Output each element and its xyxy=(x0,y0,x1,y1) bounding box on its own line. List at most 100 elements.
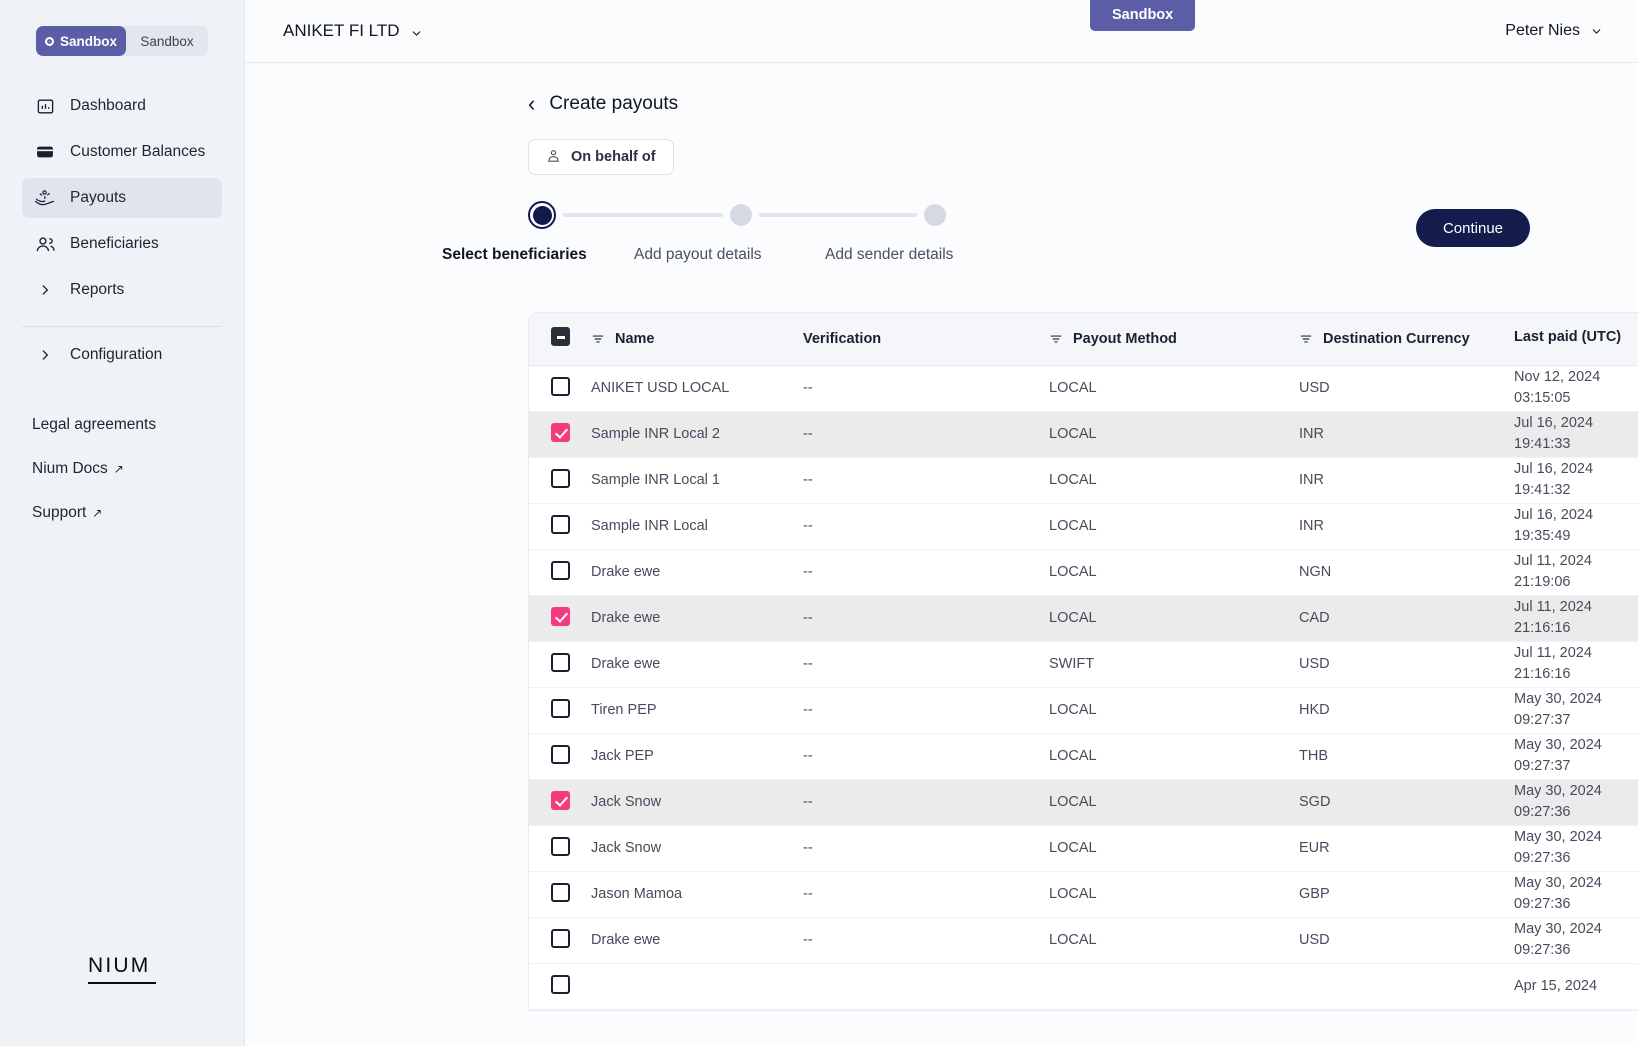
table-row[interactable]: Drake ewe--SWIFTUSDJul 11, 202421:16:16 xyxy=(529,641,1638,687)
row-checkbox[interactable] xyxy=(551,745,570,764)
table-row[interactable]: Drake ewe--LOCALCADJul 11, 202421:16:16 xyxy=(529,595,1638,641)
sidebar-item-customer-balances[interactable]: Customer Balances xyxy=(22,132,222,172)
row-checkbox[interactable] xyxy=(551,837,570,856)
step-dot-1[interactable] xyxy=(528,201,556,229)
stepper-dots xyxy=(528,201,1005,229)
row-checkbox[interactable] xyxy=(551,607,570,626)
user-name: Peter Nies xyxy=(1505,22,1580,40)
th-verification[interactable]: Verification xyxy=(803,313,1049,365)
sidebar-divider xyxy=(22,326,222,327)
row-last-paid: Jul 16, 202419:35:49 xyxy=(1514,503,1638,549)
filter-icon[interactable] xyxy=(591,332,605,346)
sidebar-item-configuration[interactable]: Configuration xyxy=(22,335,222,375)
row-last-paid-date: Jul 11, 2024 xyxy=(1514,551,1638,572)
th-last-paid[interactable]: Last paid (UTC) xyxy=(1514,313,1638,365)
filter-icon[interactable] xyxy=(1049,332,1063,346)
row-checkbox[interactable] xyxy=(551,423,570,442)
th-payout-method[interactable]: Payout Method xyxy=(1049,313,1299,365)
table-row[interactable]: Jack PEP--LOCALTHBMay 30, 202409:27:37 xyxy=(529,733,1638,779)
step-label-add-sender-details: Add sender details xyxy=(825,246,1005,264)
row-last-paid-time: 19:41:32 xyxy=(1514,480,1638,501)
row-currency: GBP xyxy=(1299,871,1514,917)
row-checkbox[interactable] xyxy=(551,377,570,396)
row-checkbox[interactable] xyxy=(551,975,570,994)
th-verification-label: Verification xyxy=(803,331,881,347)
row-select-cell xyxy=(529,963,591,1009)
sidebar-item-label: Beneficiaries xyxy=(70,235,159,253)
sidebar-item-payouts[interactable]: Payouts xyxy=(22,178,222,218)
table-row[interactable]: Jack Snow--LOCALSGDMay 30, 202409:27:36 xyxy=(529,779,1638,825)
back-button[interactable]: ‹ xyxy=(528,93,535,115)
row-name: Drake ewe xyxy=(591,917,803,963)
table-row[interactable]: Apr 15, 2024 xyxy=(529,963,1638,1009)
table-row[interactable]: Tiren PEP--LOCALHKDMay 30, 202409:27:37 xyxy=(529,687,1638,733)
row-checkbox[interactable] xyxy=(551,469,570,488)
th-destination-currency-label: Destination Currency xyxy=(1323,331,1470,347)
row-checkbox[interactable] xyxy=(551,515,570,534)
row-checkbox[interactable] xyxy=(551,791,570,810)
table-row[interactable]: Jason Mamoa--LOCALGBPMay 30, 202409:27:3… xyxy=(529,871,1638,917)
th-name[interactable]: Name xyxy=(591,313,803,365)
row-name: Drake ewe xyxy=(591,549,803,595)
row-checkbox[interactable] xyxy=(551,699,570,718)
environment-toggle[interactable]: Sandbox Sandbox xyxy=(36,26,208,56)
on-behalf-of-label: On behalf of xyxy=(571,149,656,165)
user-menu[interactable]: Peter Nies xyxy=(1505,22,1602,40)
row-last-paid: May 30, 202409:27:36 xyxy=(1514,917,1638,963)
sidebar-item-beneficiaries[interactable]: Beneficiaries xyxy=(22,224,222,264)
row-last-paid-time: 19:35:49 xyxy=(1514,526,1638,547)
row-last-paid-date: Jul 16, 2024 xyxy=(1514,505,1638,526)
row-last-paid: Jul 11, 202421:16:16 xyxy=(1514,595,1638,641)
org-selector[interactable]: ANIKET FI LTD xyxy=(283,21,422,41)
row-payout-method: LOCAL xyxy=(1049,687,1299,733)
row-payout-method: LOCAL xyxy=(1049,733,1299,779)
env-toggle-active-label: Sandbox xyxy=(60,34,117,49)
filter-icon[interactable] xyxy=(1299,332,1313,346)
sidebar-item-dashboard[interactable]: Dashboard xyxy=(22,86,222,126)
row-payout-method: LOCAL xyxy=(1049,871,1299,917)
row-payout-method: LOCAL xyxy=(1049,411,1299,457)
row-select-cell xyxy=(529,365,591,411)
row-last-paid-time: 09:27:37 xyxy=(1514,756,1638,777)
step-dot-3[interactable] xyxy=(924,204,946,226)
row-checkbox[interactable] xyxy=(551,883,570,902)
wallet-icon xyxy=(34,141,56,163)
row-checkbox[interactable] xyxy=(551,653,570,672)
row-last-paid-date: Jul 11, 2024 xyxy=(1514,643,1638,664)
row-name: Jack Snow xyxy=(591,779,803,825)
row-select-cell xyxy=(529,687,591,733)
table-row[interactable]: Sample INR Local 2--LOCALINRJul 16, 2024… xyxy=(529,411,1638,457)
env-toggle-sandbox-active[interactable]: Sandbox xyxy=(36,26,126,56)
table-row[interactable]: Jack Snow--LOCALEURMay 30, 202409:27:36 xyxy=(529,825,1638,871)
chevron-right-icon xyxy=(34,344,56,366)
topbar: ANIKET FI LTD Peter Nies xyxy=(245,0,1638,63)
row-name xyxy=(591,963,803,1009)
row-name: Jack Snow xyxy=(591,825,803,871)
step-label-add-payout-details: Add payout details xyxy=(634,246,823,264)
table-header: Name Verification Payout Method xyxy=(529,313,1638,365)
table-row[interactable]: Sample INR Local--LOCALINRJul 16, 202419… xyxy=(529,503,1638,549)
step-dot-2[interactable] xyxy=(730,204,752,226)
table-row[interactable]: Drake ewe--LOCALUSDMay 30, 202409:27:36 xyxy=(529,917,1638,963)
row-checkbox[interactable] xyxy=(551,561,570,580)
sidebar-link-legal-agreements[interactable]: Legal agreements xyxy=(32,405,222,445)
row-currency: USD xyxy=(1299,641,1514,687)
table-row[interactable]: Sample INR Local 1--LOCALINRJul 16, 2024… xyxy=(529,457,1638,503)
row-last-paid-date: May 30, 2024 xyxy=(1514,781,1638,802)
row-name: Sample INR Local 1 xyxy=(591,457,803,503)
table-row[interactable]: ANIKET USD LOCAL--LOCALUSDNov 12, 202403… xyxy=(529,365,1638,411)
select-all-checkbox[interactable] xyxy=(551,327,570,346)
row-select-cell xyxy=(529,503,591,549)
sidebar-link-support[interactable]: Support ↗ xyxy=(32,493,222,533)
row-verification: -- xyxy=(803,779,1049,825)
row-checkbox[interactable] xyxy=(551,929,570,948)
continue-button[interactable]: Continue xyxy=(1416,209,1530,247)
sidebar-item-reports[interactable]: Reports xyxy=(22,270,222,310)
env-toggle-sandbox-inactive[interactable]: Sandbox xyxy=(126,26,208,56)
row-last-paid-date: May 30, 2024 xyxy=(1514,735,1638,756)
row-verification: -- xyxy=(803,687,1049,733)
on-behalf-of-button[interactable]: On behalf of xyxy=(528,139,674,175)
table-row[interactable]: Drake ewe--LOCALNGNJul 11, 202421:19:06 xyxy=(529,549,1638,595)
sidebar-link-nium-docs[interactable]: Nium Docs ↗ xyxy=(32,449,222,489)
th-destination-currency[interactable]: Destination Currency xyxy=(1299,313,1514,365)
